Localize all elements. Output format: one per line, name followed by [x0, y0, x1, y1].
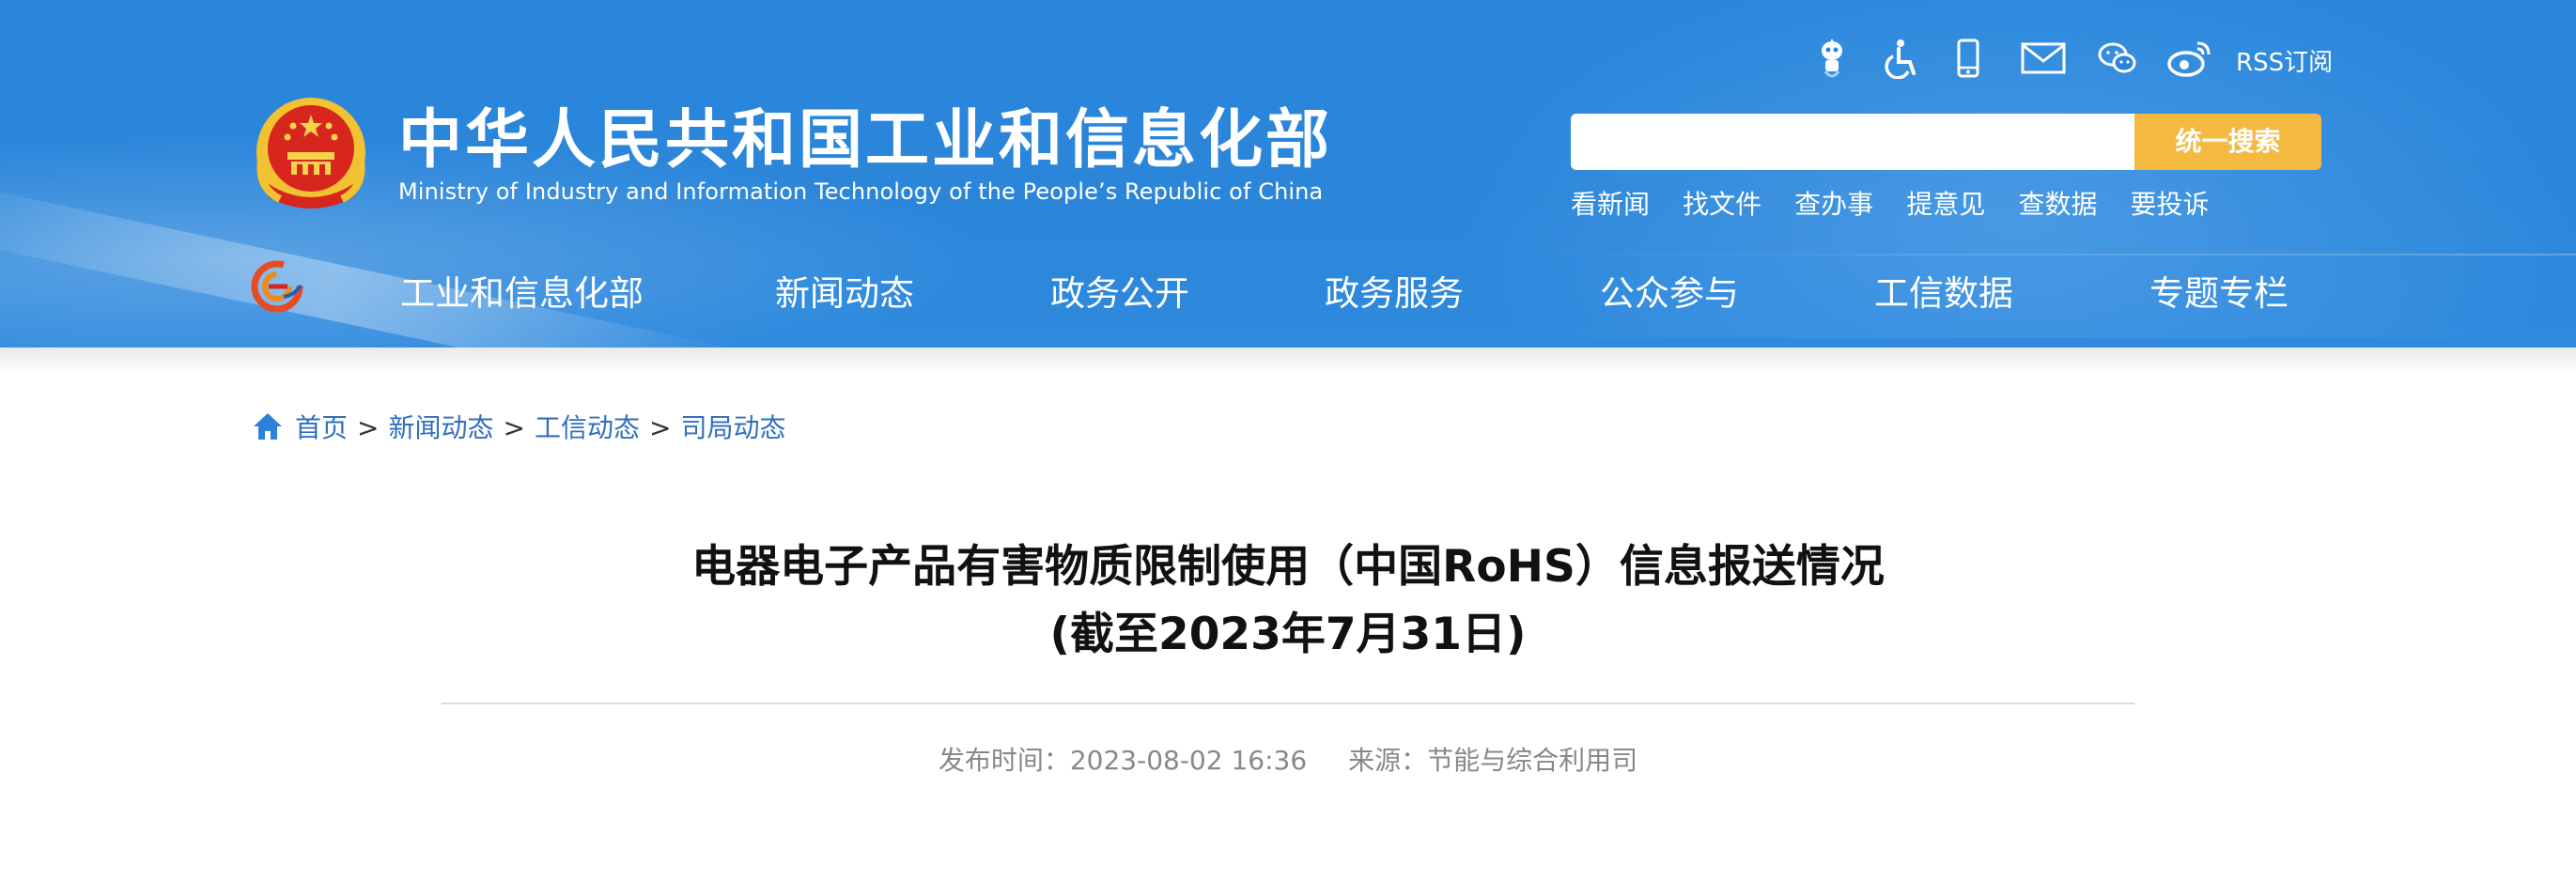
nav-public-participation[interactable]: 公众参与	[1600, 265, 1739, 316]
mail-icon[interactable]	[2020, 38, 2067, 79]
breadcrumb-miit-news[interactable]: 工信动态	[535, 412, 640, 443]
publish-time: 2023-08-02 16:36	[1069, 745, 1308, 776]
nav-news[interactable]: 新闻动态	[775, 265, 914, 316]
article-title-line-2: (截至2023年7月31日)	[1049, 609, 1527, 660]
breadcrumb-separator: >	[503, 412, 525, 443]
nav-ministry[interactable]: 工业和信息化部	[400, 265, 644, 316]
title-divider	[442, 703, 2134, 704]
quick-links: 看新闻 找文件 查办事 提意见 查数据 要投诉	[1571, 184, 2238, 222]
rss-link[interactable]: RSS订阅	[2236, 43, 2333, 78]
article-title: 电器电子产品有害物质限制使用（中国RoHS）信息报送情况 (截至2023年7月3…	[0, 533, 2576, 669]
accessibility-icon[interactable]	[1882, 38, 1923, 79]
nav-data[interactable]: 工信数据	[1874, 265, 2013, 316]
article-meta: 发布时间：2023-08-02 16:36 来源：节能与综合利用司	[0, 740, 2576, 778]
source-label: 来源：	[1348, 745, 1428, 776]
site-header: 中华人民共和国工业和信息化部 Ministry of Industry and …	[0, 0, 2576, 348]
unified-search-button[interactable]: 统一搜索	[2134, 114, 2321, 170]
nav-special-topics[interactable]: 专题专栏	[2149, 265, 2289, 316]
breadcrumb-news[interactable]: 新闻动态	[388, 412, 493, 443]
breadcrumb-home[interactable]: 首页	[295, 412, 348, 443]
search-input[interactable]	[1571, 114, 2134, 170]
quick-link-data[interactable]: 查数据	[2018, 184, 2097, 222]
site-title-english[interactable]: Ministry of Industry and Information Tec…	[398, 178, 1323, 205]
nav-government-services[interactable]: 政务服务	[1325, 265, 1464, 316]
nav-government-affairs[interactable]: 政务公开	[1050, 265, 1189, 316]
header-shadow	[0, 348, 2576, 374]
breadcrumb-separator: >	[648, 412, 672, 443]
quick-link-complaint[interactable]: 要投诉	[2131, 184, 2210, 222]
site-title[interactable]: 中华人民共和国工业和信息化部	[398, 101, 1332, 180]
mobile-icon[interactable]	[1948, 38, 1989, 79]
quick-link-files[interactable]: 找文件	[1683, 184, 1761, 222]
breadcrumb-separator: >	[357, 412, 380, 443]
weibo-icon[interactable]	[2165, 38, 2214, 79]
home-icon[interactable]	[252, 411, 284, 441]
quick-link-news[interactable]: 看新闻	[1571, 184, 1650, 222]
article-title-line-1: 电器电子产品有害物质限制使用（中国RoHS）信息报送情况	[691, 541, 1885, 593]
robot-assistant-icon[interactable]	[1811, 38, 1853, 79]
breadcrumb: 首页 > 新闻动态 > 工信动态 > 司局动态	[252, 408, 785, 445]
national-emblem-icon[interactable]	[252, 94, 370, 218]
breadcrumb-department-news[interactable]: 司局动态	[680, 412, 785, 443]
publish-time-label: 发布时间：	[938, 745, 1070, 776]
header-line	[1503, 254, 2576, 255]
quick-link-feedback[interactable]: 提意见	[1906, 184, 1985, 222]
source-name: 节能与综合利用司	[1427, 745, 1638, 776]
quick-link-services[interactable]: 查办事	[1794, 184, 1873, 222]
wechat-icon[interactable]	[2097, 38, 2138, 79]
ministry-logo-icon[interactable]	[250, 259, 304, 314]
